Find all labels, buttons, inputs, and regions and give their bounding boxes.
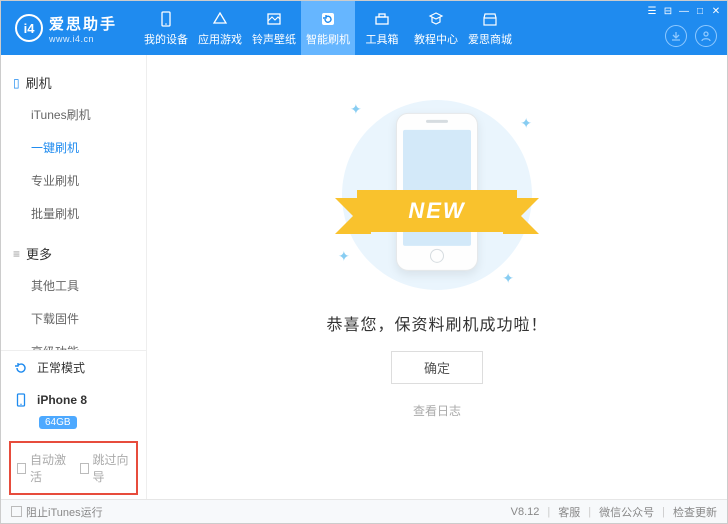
storage-badge: 64GB	[39, 416, 77, 429]
device-icon	[157, 10, 175, 28]
phone-icon	[13, 392, 29, 408]
view-log-link[interactable]: 查看日志	[413, 402, 461, 419]
checkbox-label: 自动激活	[30, 451, 67, 485]
flash-icon	[319, 10, 337, 28]
confirm-button[interactable]: 确定	[391, 351, 483, 384]
update-link[interactable]: 检查更新	[673, 504, 717, 520]
sparkle-icon: ✦	[520, 115, 532, 132]
phone-icon: ▯	[13, 76, 20, 90]
sparkle-icon: ✦	[338, 248, 350, 265]
skip-guide-checkbox[interactable]: 跳过向导	[80, 451, 131, 485]
storage-row: 64GB	[1, 416, 146, 437]
sidebar-item-itunes-flash[interactable]: iTunes刷机	[31, 98, 146, 131]
nav-label: 铃声壁纸	[252, 31, 296, 47]
sparkle-icon: ✦	[502, 270, 514, 287]
app-subtitle: www.i4.cn	[49, 34, 117, 44]
separator: |	[547, 506, 550, 518]
group-header-more[interactable]: ≡ 更多	[1, 238, 146, 269]
nav-flash[interactable]: 智能刷机	[301, 1, 355, 55]
app-title: 爱思助手	[49, 13, 117, 34]
logo-text: 爱思助手 www.i4.cn	[49, 13, 117, 44]
device-label: iPhone 8	[37, 393, 87, 407]
group-label: 刷机	[26, 73, 52, 92]
nav-tutorials[interactable]: 教程中心	[409, 1, 463, 55]
sidebar-status: 正常模式 iPhone 8 64GB	[1, 350, 146, 437]
store-icon	[481, 10, 499, 28]
device-row[interactable]: iPhone 8	[1, 384, 146, 416]
sidebar: ▯ 刷机 iTunes刷机 一键刷机 专业刷机 批量刷机 ≡ 更多	[1, 55, 147, 499]
wallpaper-icon	[265, 10, 283, 28]
logo-icon: i4	[15, 14, 43, 42]
header: i4 爱思助手 www.i4.cn 我的设备 应用游戏 铃声壁纸 智能刷机	[1, 1, 727, 55]
footer: 阻止iTunes运行 V8.12 | 客服 | 微信公众号 | 检查更新	[1, 499, 727, 523]
maximize-button[interactable]: □	[693, 4, 707, 18]
checkbox-label: 阻止iTunes运行	[26, 504, 103, 520]
sidebar-item-advanced[interactable]: 高级功能	[31, 335, 146, 350]
mode-label: 正常模式	[37, 359, 85, 376]
nav-toolbox[interactable]: 工具箱	[355, 1, 409, 55]
nav-store[interactable]: 爱思商城	[463, 1, 517, 55]
group-header-flash[interactable]: ▯ 刷机	[1, 67, 146, 98]
nav-label: 爱思商城	[468, 31, 512, 47]
flash-items: iTunes刷机 一键刷机 专业刷机 批量刷机	[1, 98, 146, 230]
mode-row[interactable]: 正常模式	[1, 351, 146, 384]
nav-label: 工具箱	[366, 31, 399, 47]
pin-button[interactable]: ⊟	[661, 4, 675, 18]
sparkle-icon: ✦	[350, 101, 362, 118]
sidebar-scroll: ▯ 刷机 iTunes刷机 一键刷机 专业刷机 批量刷机 ≡ 更多	[1, 55, 146, 350]
wechat-link[interactable]: 微信公众号	[599, 504, 654, 520]
profile-button[interactable]	[695, 25, 717, 47]
app-window: i4 爱思助手 www.i4.cn 我的设备 应用游戏 铃声壁纸 智能刷机	[0, 0, 728, 524]
checkbox-label: 跳过向导	[93, 451, 130, 485]
more-items: 其他工具 下载固件 高级功能	[1, 269, 146, 350]
minimize-button[interactable]: —	[677, 4, 691, 18]
success-message: 恭喜您，保资料刷机成功啦！	[326, 311, 547, 335]
refresh-icon	[13, 360, 29, 376]
nav-label: 智能刷机	[306, 31, 350, 47]
block-itunes-checkbox[interactable]: 阻止iTunes运行	[11, 504, 103, 520]
sidebar-group-flash: ▯ 刷机 iTunes刷机 一键刷机 专业刷机 批量刷机	[1, 61, 146, 232]
header-actions	[665, 25, 717, 47]
top-nav: 我的设备 应用游戏 铃声壁纸 智能刷机 工具箱 教程中心	[139, 1, 517, 55]
checkbox-icon	[80, 463, 89, 474]
separator: |	[588, 506, 591, 518]
sidebar-item-batch-flash[interactable]: 批量刷机	[31, 197, 146, 230]
nav-label: 我的设备	[144, 31, 188, 47]
success-illustration: ✦ ✦ ✦ ✦ NEW	[332, 95, 542, 295]
more-icon: ≡	[13, 247, 20, 261]
toolbox-icon	[373, 10, 391, 28]
footer-right: V8.12 | 客服 | 微信公众号 | 检查更新	[511, 504, 717, 520]
checkbox-icon	[11, 506, 22, 517]
tutorial-icon	[427, 10, 445, 28]
body: ▯ 刷机 iTunes刷机 一键刷机 专业刷机 批量刷机 ≡ 更多	[1, 55, 727, 499]
download-button[interactable]	[665, 25, 687, 47]
sidebar-item-download-firmware[interactable]: 下载固件	[31, 302, 146, 335]
logo: i4 爱思助手 www.i4.cn	[1, 13, 127, 44]
auto-activate-checkbox[interactable]: 自动激活	[17, 451, 68, 485]
checkbox-icon	[17, 463, 26, 474]
nav-label: 教程中心	[414, 31, 458, 47]
main-content: ✦ ✦ ✦ ✦ NEW 恭喜您，保资料刷机成功啦！ 确定 查看日志	[147, 55, 727, 499]
sidebar-item-other-tools[interactable]: 其他工具	[31, 269, 146, 302]
version-label: V8.12	[511, 506, 540, 518]
sidebar-item-pro-flash[interactable]: 专业刷机	[31, 164, 146, 197]
sidebar-group-more: ≡ 更多 其他工具 下载固件 高级功能	[1, 232, 146, 350]
close-button[interactable]: ✕	[709, 4, 723, 18]
apps-icon	[211, 10, 229, 28]
settings-button[interactable]: ☰	[645, 4, 659, 18]
ribbon-text: NEW	[408, 198, 465, 224]
sidebar-item-oneclick-flash[interactable]: 一键刷机	[31, 131, 146, 164]
nav-my-device[interactable]: 我的设备	[139, 1, 193, 55]
new-ribbon: NEW	[357, 190, 517, 232]
sidebar-bottom-options: 自动激活 跳过向导	[9, 441, 138, 495]
separator: |	[662, 506, 665, 518]
nav-label: 应用游戏	[198, 31, 242, 47]
nav-apps[interactable]: 应用游戏	[193, 1, 247, 55]
nav-ringtones[interactable]: 铃声壁纸	[247, 1, 301, 55]
support-link[interactable]: 客服	[558, 504, 580, 520]
group-label: 更多	[26, 244, 52, 263]
window-controls: ☰ ⊟ — □ ✕	[645, 4, 723, 18]
